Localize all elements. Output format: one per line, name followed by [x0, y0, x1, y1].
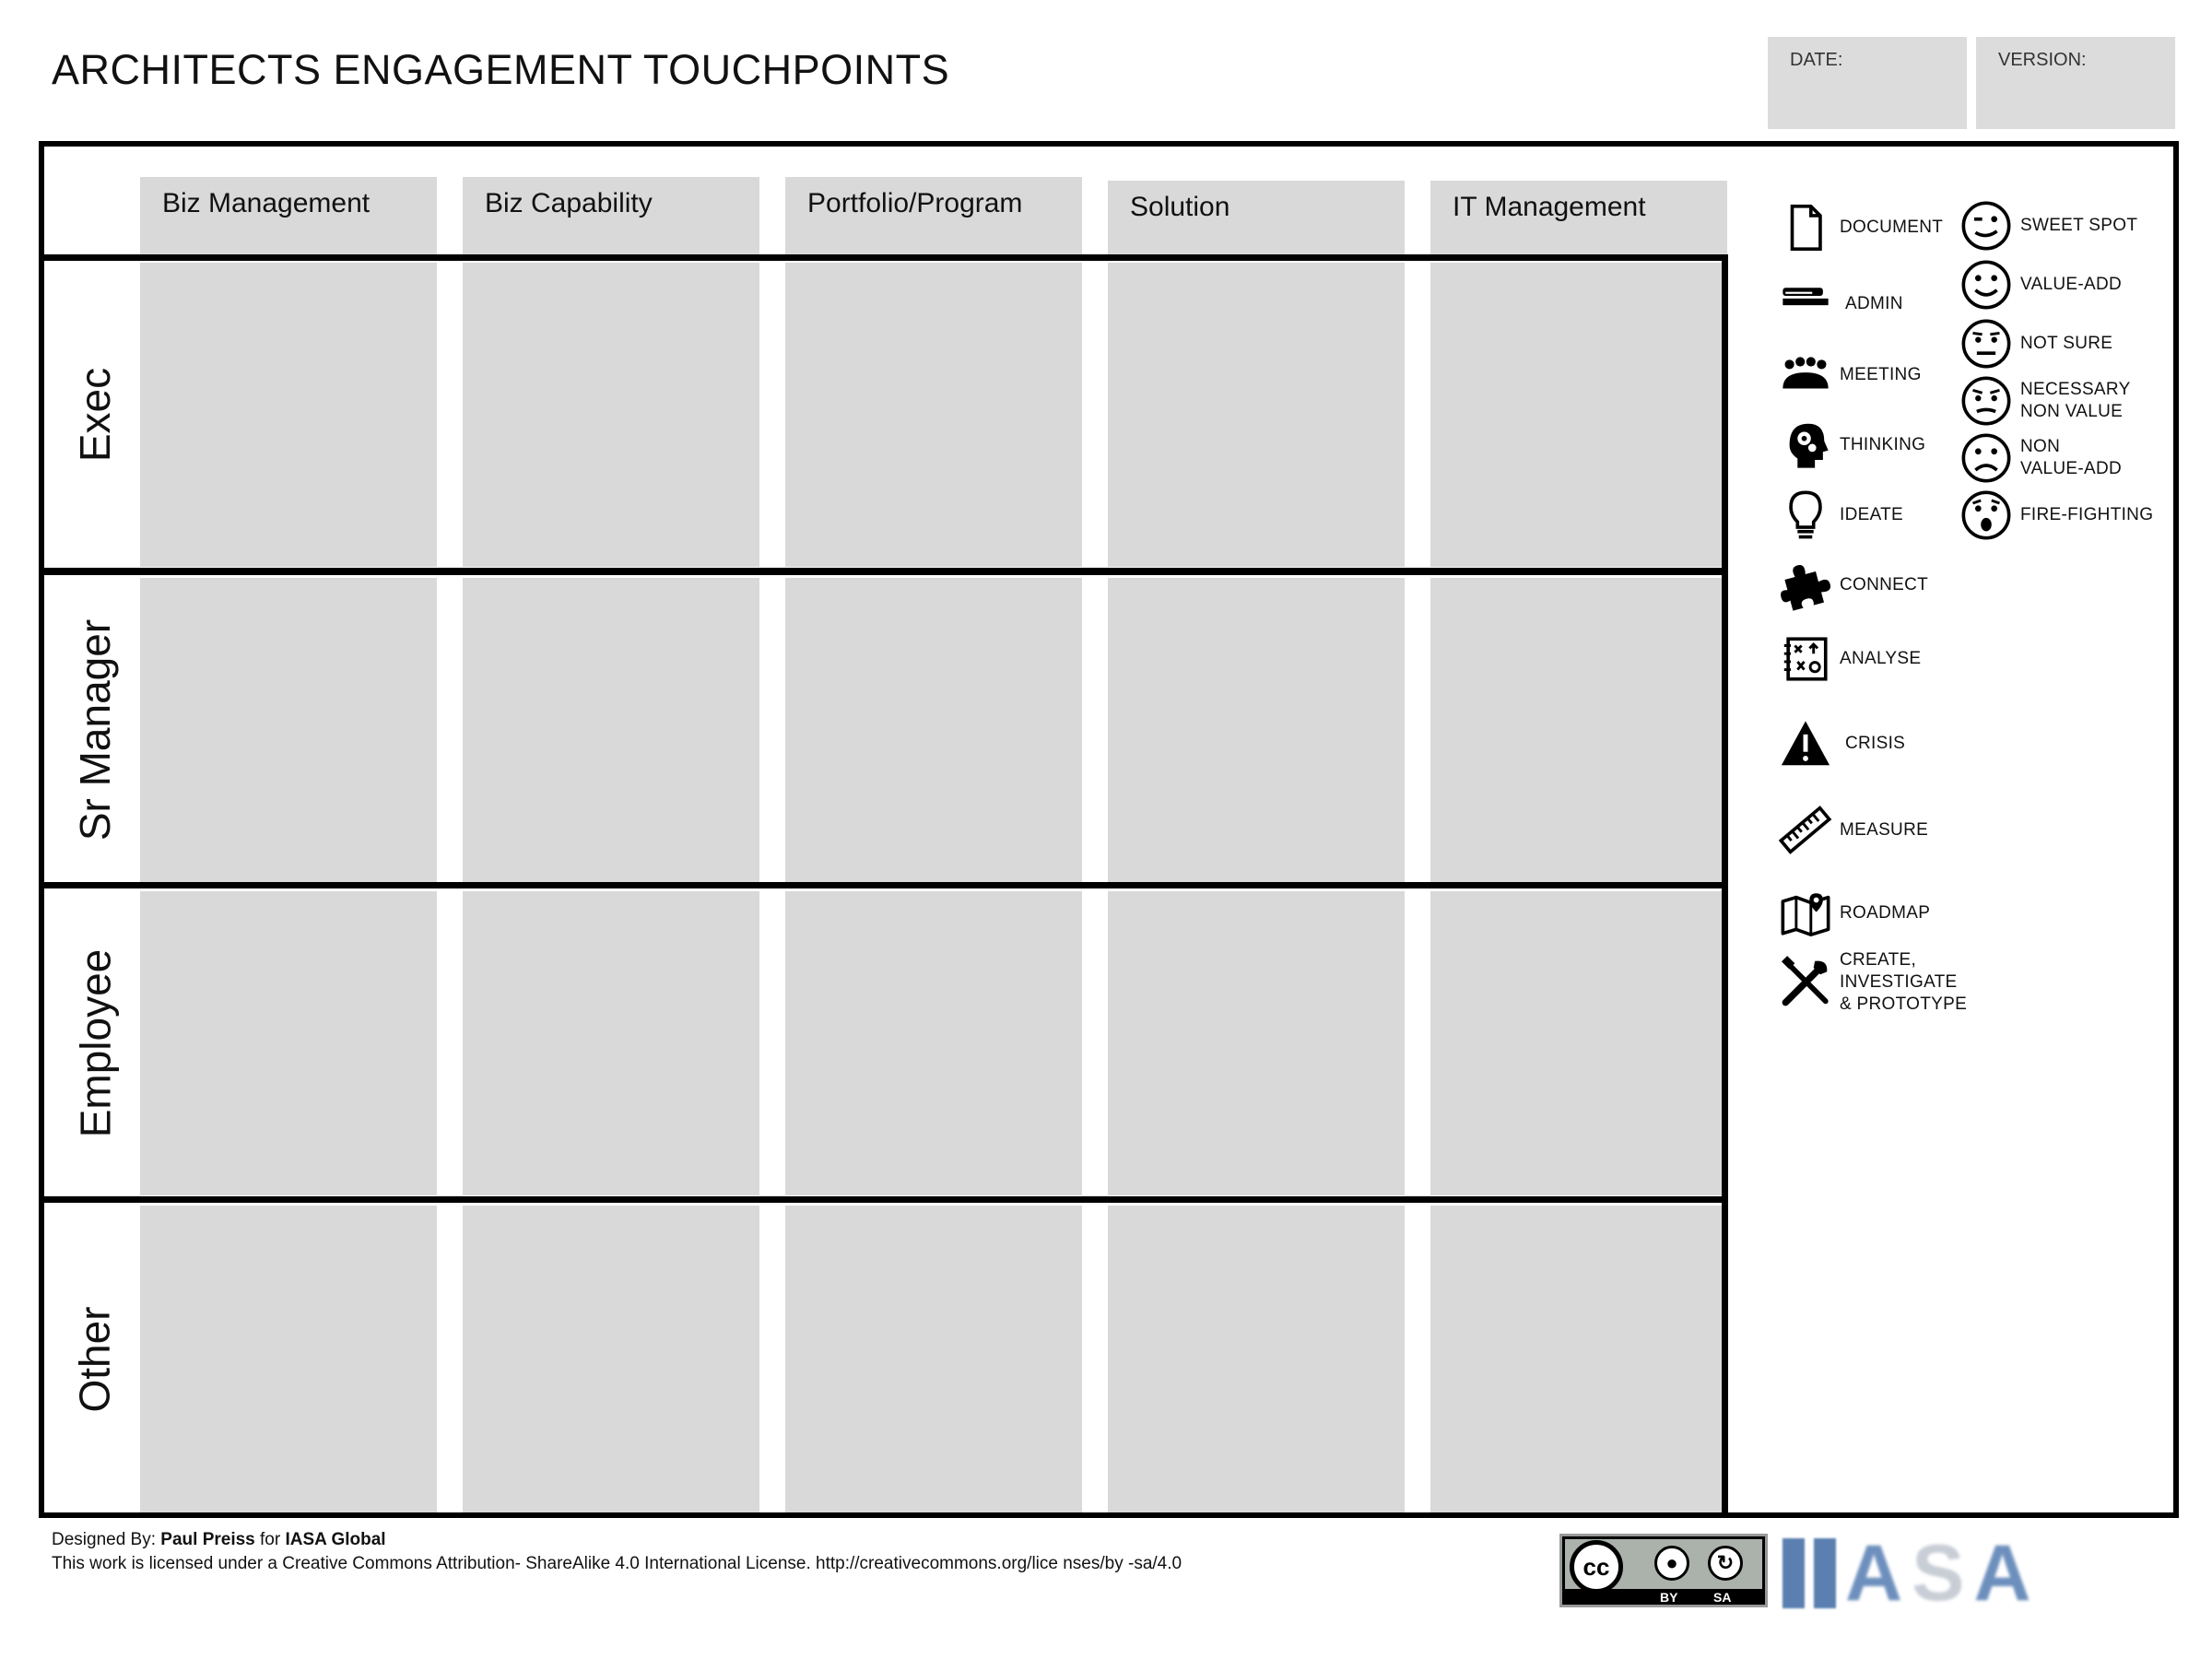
neutral-face-icon: [1958, 315, 2015, 372]
column-header-biz-capability: Biz Capability: [463, 177, 759, 254]
stapler-icon: [1777, 267, 1834, 324]
surprised-face-icon: [1958, 487, 2015, 544]
version-field[interactable]: VERSION:: [1976, 37, 2175, 129]
grid-divider: [39, 254, 1727, 261]
date-field[interactable]: DATE:: [1768, 37, 1967, 129]
smile-face-icon: [1958, 256, 2015, 313]
legend-crisis: CRISIS: [1777, 715, 1905, 772]
grid-cell[interactable]: [785, 578, 1082, 882]
row-label-sr-manager: Sr Manager: [71, 618, 119, 841]
puzzle-icon: [1777, 557, 1834, 614]
legend-create-investigate-prototype: CREATE, INVESTIGATE & PROTOTYPE: [1777, 949, 1967, 1016]
unsure-face-icon: [1958, 372, 2015, 429]
attribution-icon: ●: [1654, 1546, 1689, 1581]
thinking-head-icon: [1777, 417, 1834, 474]
grid-divider: [39, 882, 1727, 888]
legend-fire-fighting: FIRE-FIGHTING: [1958, 487, 2153, 544]
grid-cell[interactable]: [140, 891, 437, 1195]
grid-divider: [1722, 254, 1728, 1518]
license-text: This work is licensed under a Creative C…: [52, 1554, 1182, 1573]
grid-cell[interactable]: [785, 891, 1082, 1195]
column-header-solution: Solution: [1108, 181, 1405, 254]
designer-name: Paul Preiss: [160, 1530, 255, 1549]
grid-cell[interactable]: [785, 263, 1082, 567]
grid-cell[interactable]: [140, 263, 437, 567]
grid-cell[interactable]: [1108, 578, 1405, 882]
date-label: DATE:: [1790, 50, 1843, 70]
legend-necessary-non-value: NECESSARY NON VALUE: [1958, 372, 2131, 429]
grid-cell[interactable]: [463, 891, 759, 1195]
grid-cell[interactable]: [1108, 263, 1405, 567]
share-alike-icon: ↻: [1708, 1546, 1743, 1581]
legend-ideate: IDEATE: [1777, 487, 1903, 544]
lightbulb-icon: [1777, 487, 1834, 544]
legend-sweet-spot: SWEET SPOT: [1958, 197, 2137, 254]
page-title: ARCHITECTS ENGAGEMENT TOUCHPOINTS: [52, 46, 950, 93]
grid-cell[interactable]: [1108, 1206, 1405, 1512]
ruler-icon: [1777, 802, 1834, 859]
cc-by-label: BY: [1660, 1590, 1678, 1605]
legend-not-sure: NOT SURE: [1958, 315, 2112, 372]
row-label-employee: Employee: [71, 948, 119, 1138]
grid-cell[interactable]: [1430, 578, 1727, 882]
legend-analyse: ANALYSE: [1777, 630, 1921, 688]
analyse-board-icon: [1777, 630, 1834, 688]
designed-by: Designed By: Paul Preiss for IASA Global: [52, 1530, 386, 1549]
grid-cell[interactable]: [140, 578, 437, 882]
organization-name: IASA Global: [285, 1530, 386, 1549]
grid-cell[interactable]: [463, 578, 759, 882]
column-header-portfolio-program: Portfolio/Program: [785, 177, 1082, 254]
grid-cell[interactable]: [1108, 891, 1405, 1195]
grid-cell[interactable]: [1430, 891, 1727, 1195]
legend-meeting: MEETING: [1777, 347, 1922, 404]
cc-sa-label: SA: [1713, 1590, 1732, 1605]
grid-cell[interactable]: [463, 1206, 759, 1512]
grid-divider: [39, 568, 1727, 575]
legend-non-value-add: NON VALUE-ADD: [1958, 429, 2122, 487]
legend-connect: CONNECT: [1777, 557, 1928, 614]
legend-roadmap: ROADMAP: [1777, 885, 1930, 942]
grid-cell[interactable]: [140, 1206, 437, 1512]
grid-cell[interactable]: [463, 263, 759, 567]
iasa-logo: A S A: [1783, 1534, 2096, 1613]
document-icon: [1777, 199, 1834, 256]
grid-divider: [39, 1196, 1727, 1203]
sad-face-icon: [1958, 429, 2015, 487]
grid-cell[interactable]: [1430, 1206, 1727, 1512]
grid-cell[interactable]: [1430, 263, 1727, 567]
legend-value-add: VALUE-ADD: [1958, 256, 2122, 313]
column-header-it-management: IT Management: [1430, 181, 1727, 254]
legend-document: DOCUMENT: [1777, 199, 1943, 256]
tools-icon: [1777, 954, 1834, 1011]
row-label-other: Other: [71, 1305, 120, 1413]
grid-cell[interactable]: [785, 1206, 1082, 1512]
version-label: VERSION:: [1998, 50, 2087, 70]
legend-admin: ADMIN: [1777, 267, 1903, 324]
meeting-icon: [1777, 347, 1834, 404]
warning-icon: [1777, 715, 1834, 772]
row-label-exec: Exec: [70, 367, 119, 463]
legend-thinking: THINKING: [1777, 417, 1925, 474]
wink-face-icon: [1958, 197, 2015, 254]
map-icon: [1777, 885, 1834, 942]
column-header-biz-management: Biz Management: [140, 177, 437, 254]
cc-license-badge[interactable]: cc ● ↻ BY SA: [1559, 1534, 1768, 1607]
cc-icon: cc: [1570, 1540, 1623, 1594]
legend-measure: MEASURE: [1777, 802, 1928, 859]
